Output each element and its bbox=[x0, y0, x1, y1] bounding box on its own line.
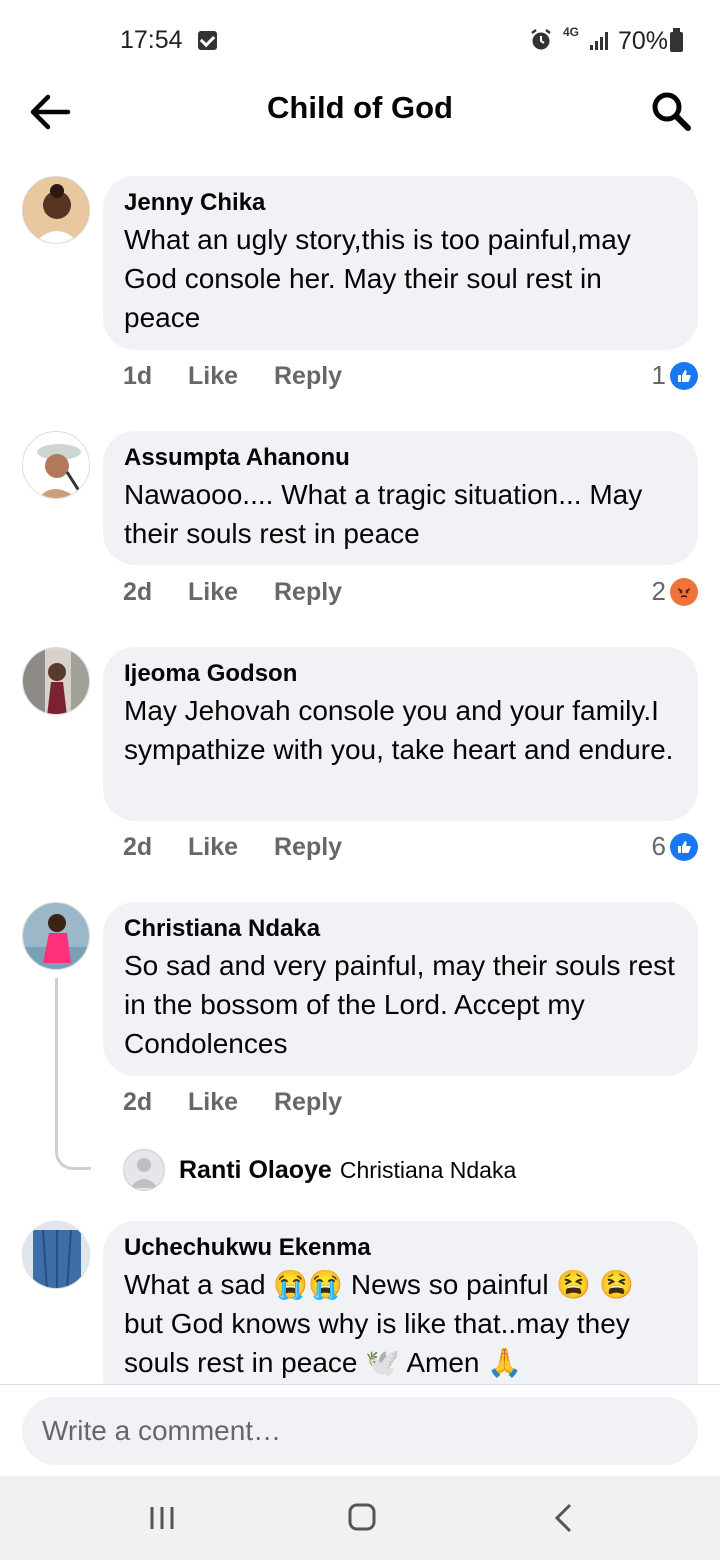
comment-age[interactable]: 2d bbox=[123, 578, 188, 607]
reply-button[interactable]: Reply bbox=[274, 833, 342, 862]
comment-bubble[interactable]: Assumpta Ahanonu Nawaooo.... What a trag… bbox=[103, 431, 698, 565]
reaction-summary[interactable]: 2 bbox=[652, 576, 698, 607]
network-type: 4G bbox=[563, 25, 580, 39]
comment-input[interactable]: Write a comment… bbox=[22, 1397, 698, 1465]
notification-check-icon bbox=[198, 31, 217, 50]
like-button[interactable]: Like bbox=[188, 1088, 274, 1117]
comment-meta: 2d Like Reply bbox=[123, 1088, 342, 1117]
comment-age[interactable]: 2d bbox=[123, 1088, 188, 1117]
comment-meta: 2d Like Reply bbox=[123, 578, 342, 607]
reply-author[interactable]: Ranti Olaoye bbox=[179, 1156, 332, 1185]
crying-face-icon: 😭😭 bbox=[273, 1269, 344, 1300]
comment-author[interactable]: Jenny Chika bbox=[124, 188, 676, 218]
like-button[interactable]: Like bbox=[188, 578, 274, 607]
search-icon[interactable] bbox=[650, 90, 692, 132]
comment-bubble[interactable]: Jenny Chika What an ugly story,this is t… bbox=[103, 176, 698, 350]
avatar[interactable] bbox=[22, 1221, 90, 1289]
like-button[interactable]: Like bbox=[188, 833, 274, 862]
comment-age[interactable]: 2d bbox=[123, 833, 188, 862]
header: Child of God bbox=[0, 80, 720, 150]
comment-author[interactable]: Uchechukwu Ekenma bbox=[124, 1233, 676, 1263]
tired-face-icon: 😫 😫 bbox=[556, 1269, 634, 1300]
system-nav-bar bbox=[0, 1476, 720, 1560]
battery-icon bbox=[670, 28, 683, 52]
like-button[interactable]: Like bbox=[188, 362, 274, 391]
reply-preview-text: Christiana Ndaka bbox=[339, 1156, 517, 1183]
comment-author[interactable]: Christiana Ndaka bbox=[124, 914, 676, 944]
reaction-count: 6 bbox=[651, 831, 666, 861]
comment-bubble[interactable]: Uchechukwu Ekenma What a sad 😭😭 News so … bbox=[103, 1221, 698, 1411]
status-time: 17:54 bbox=[120, 26, 183, 54]
reply-thread-line bbox=[55, 978, 91, 1170]
avatar[interactable] bbox=[22, 902, 90, 970]
nav-back-icon[interactable] bbox=[552, 1502, 576, 1534]
page-title: Child of God bbox=[267, 90, 453, 125]
comment-author[interactable]: Ijeoma Godson bbox=[124, 659, 676, 689]
reply-button[interactable]: Reply bbox=[274, 578, 342, 607]
signal-icon bbox=[590, 32, 610, 50]
reply-button[interactable]: Reply bbox=[274, 1088, 342, 1117]
reaction-count: 2 bbox=[651, 576, 666, 606]
status-bar: 17:54 4G 70% bbox=[0, 0, 720, 80]
comment-meta: 1d Like Reply bbox=[123, 362, 342, 391]
dove-icon: 🕊️ bbox=[365, 1347, 401, 1378]
reaction-count: 1 bbox=[651, 360, 666, 390]
avatar[interactable] bbox=[22, 176, 90, 244]
like-icon bbox=[670, 832, 698, 861]
avatar[interactable] bbox=[22, 431, 90, 499]
comment-text: What a sad 😭😭 News so painful 😫 😫 but Go… bbox=[124, 1269, 634, 1378]
avatar[interactable] bbox=[22, 647, 90, 715]
comment-bubble[interactable]: Christiana Ndaka So sad and very painful… bbox=[103, 902, 698, 1076]
reaction-summary[interactable]: 6 bbox=[652, 831, 698, 862]
praying-hands-icon: 🙏 bbox=[487, 1347, 523, 1378]
comment-text: Nawaooo.... What a tragic situation... M… bbox=[124, 479, 643, 549]
reaction-summary[interactable]: 1 bbox=[652, 360, 698, 391]
angry-icon bbox=[670, 577, 698, 606]
alarm-icon bbox=[531, 29, 551, 50]
comment-meta: 2d Like Reply bbox=[123, 833, 342, 862]
reply-button[interactable]: Reply bbox=[274, 362, 342, 391]
default-avatar-icon[interactable] bbox=[123, 1149, 165, 1191]
comment-age[interactable]: 1d bbox=[123, 362, 188, 391]
reply-preview-row[interactable]: Ranti Olaoye Christiana Ndaka bbox=[123, 1148, 516, 1192]
comment-author[interactable]: Assumpta Ahanonu bbox=[124, 443, 676, 473]
like-icon bbox=[670, 361, 698, 390]
comment-text: May Jehovah console you and your family.… bbox=[124, 695, 674, 765]
comment-bubble[interactable]: Ijeoma Godson May Jehovah console you an… bbox=[103, 647, 698, 821]
home-icon[interactable] bbox=[347, 1502, 377, 1532]
battery-percent: 70% bbox=[618, 27, 669, 55]
comment-text: So sad and very painful, may their souls… bbox=[124, 950, 675, 1059]
comment-composer-bar: Write a comment… bbox=[0, 1384, 720, 1477]
comment-text: What an ugly story,this is too painful,m… bbox=[124, 224, 631, 333]
recent-apps-icon[interactable] bbox=[148, 1504, 176, 1532]
